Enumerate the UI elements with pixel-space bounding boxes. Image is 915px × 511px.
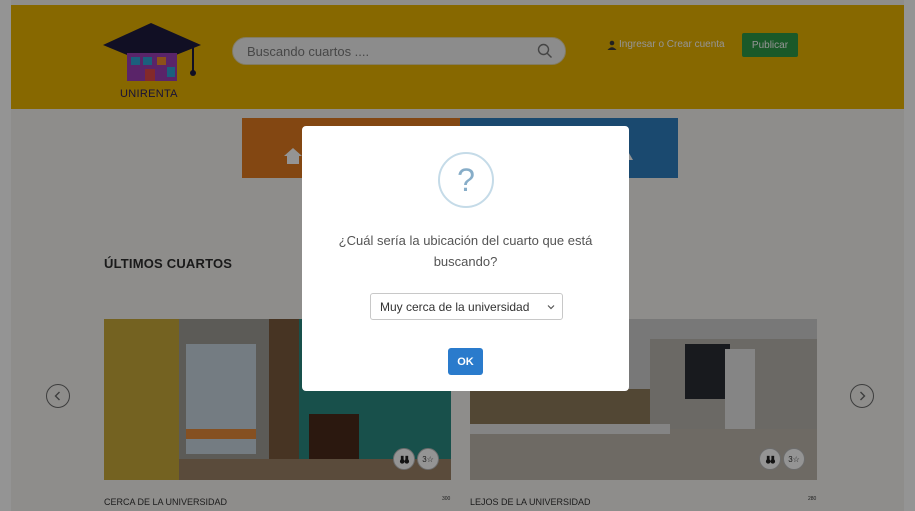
ok-button[interactable]: OK — [448, 348, 483, 375]
dialog-question: ¿Cuál sería la ubicación del cuarto que … — [338, 233, 593, 269]
location-select[interactable]: Muy cerca de la universidad — [370, 293, 563, 320]
question-icon: ? — [438, 152, 494, 208]
chevron-down-icon — [547, 305, 555, 310]
location-select-value: Muy cerca de la universidad — [380, 299, 530, 314]
question-dialog: ? ¿Cuál sería la ubicación del cuarto qu… — [302, 126, 629, 391]
